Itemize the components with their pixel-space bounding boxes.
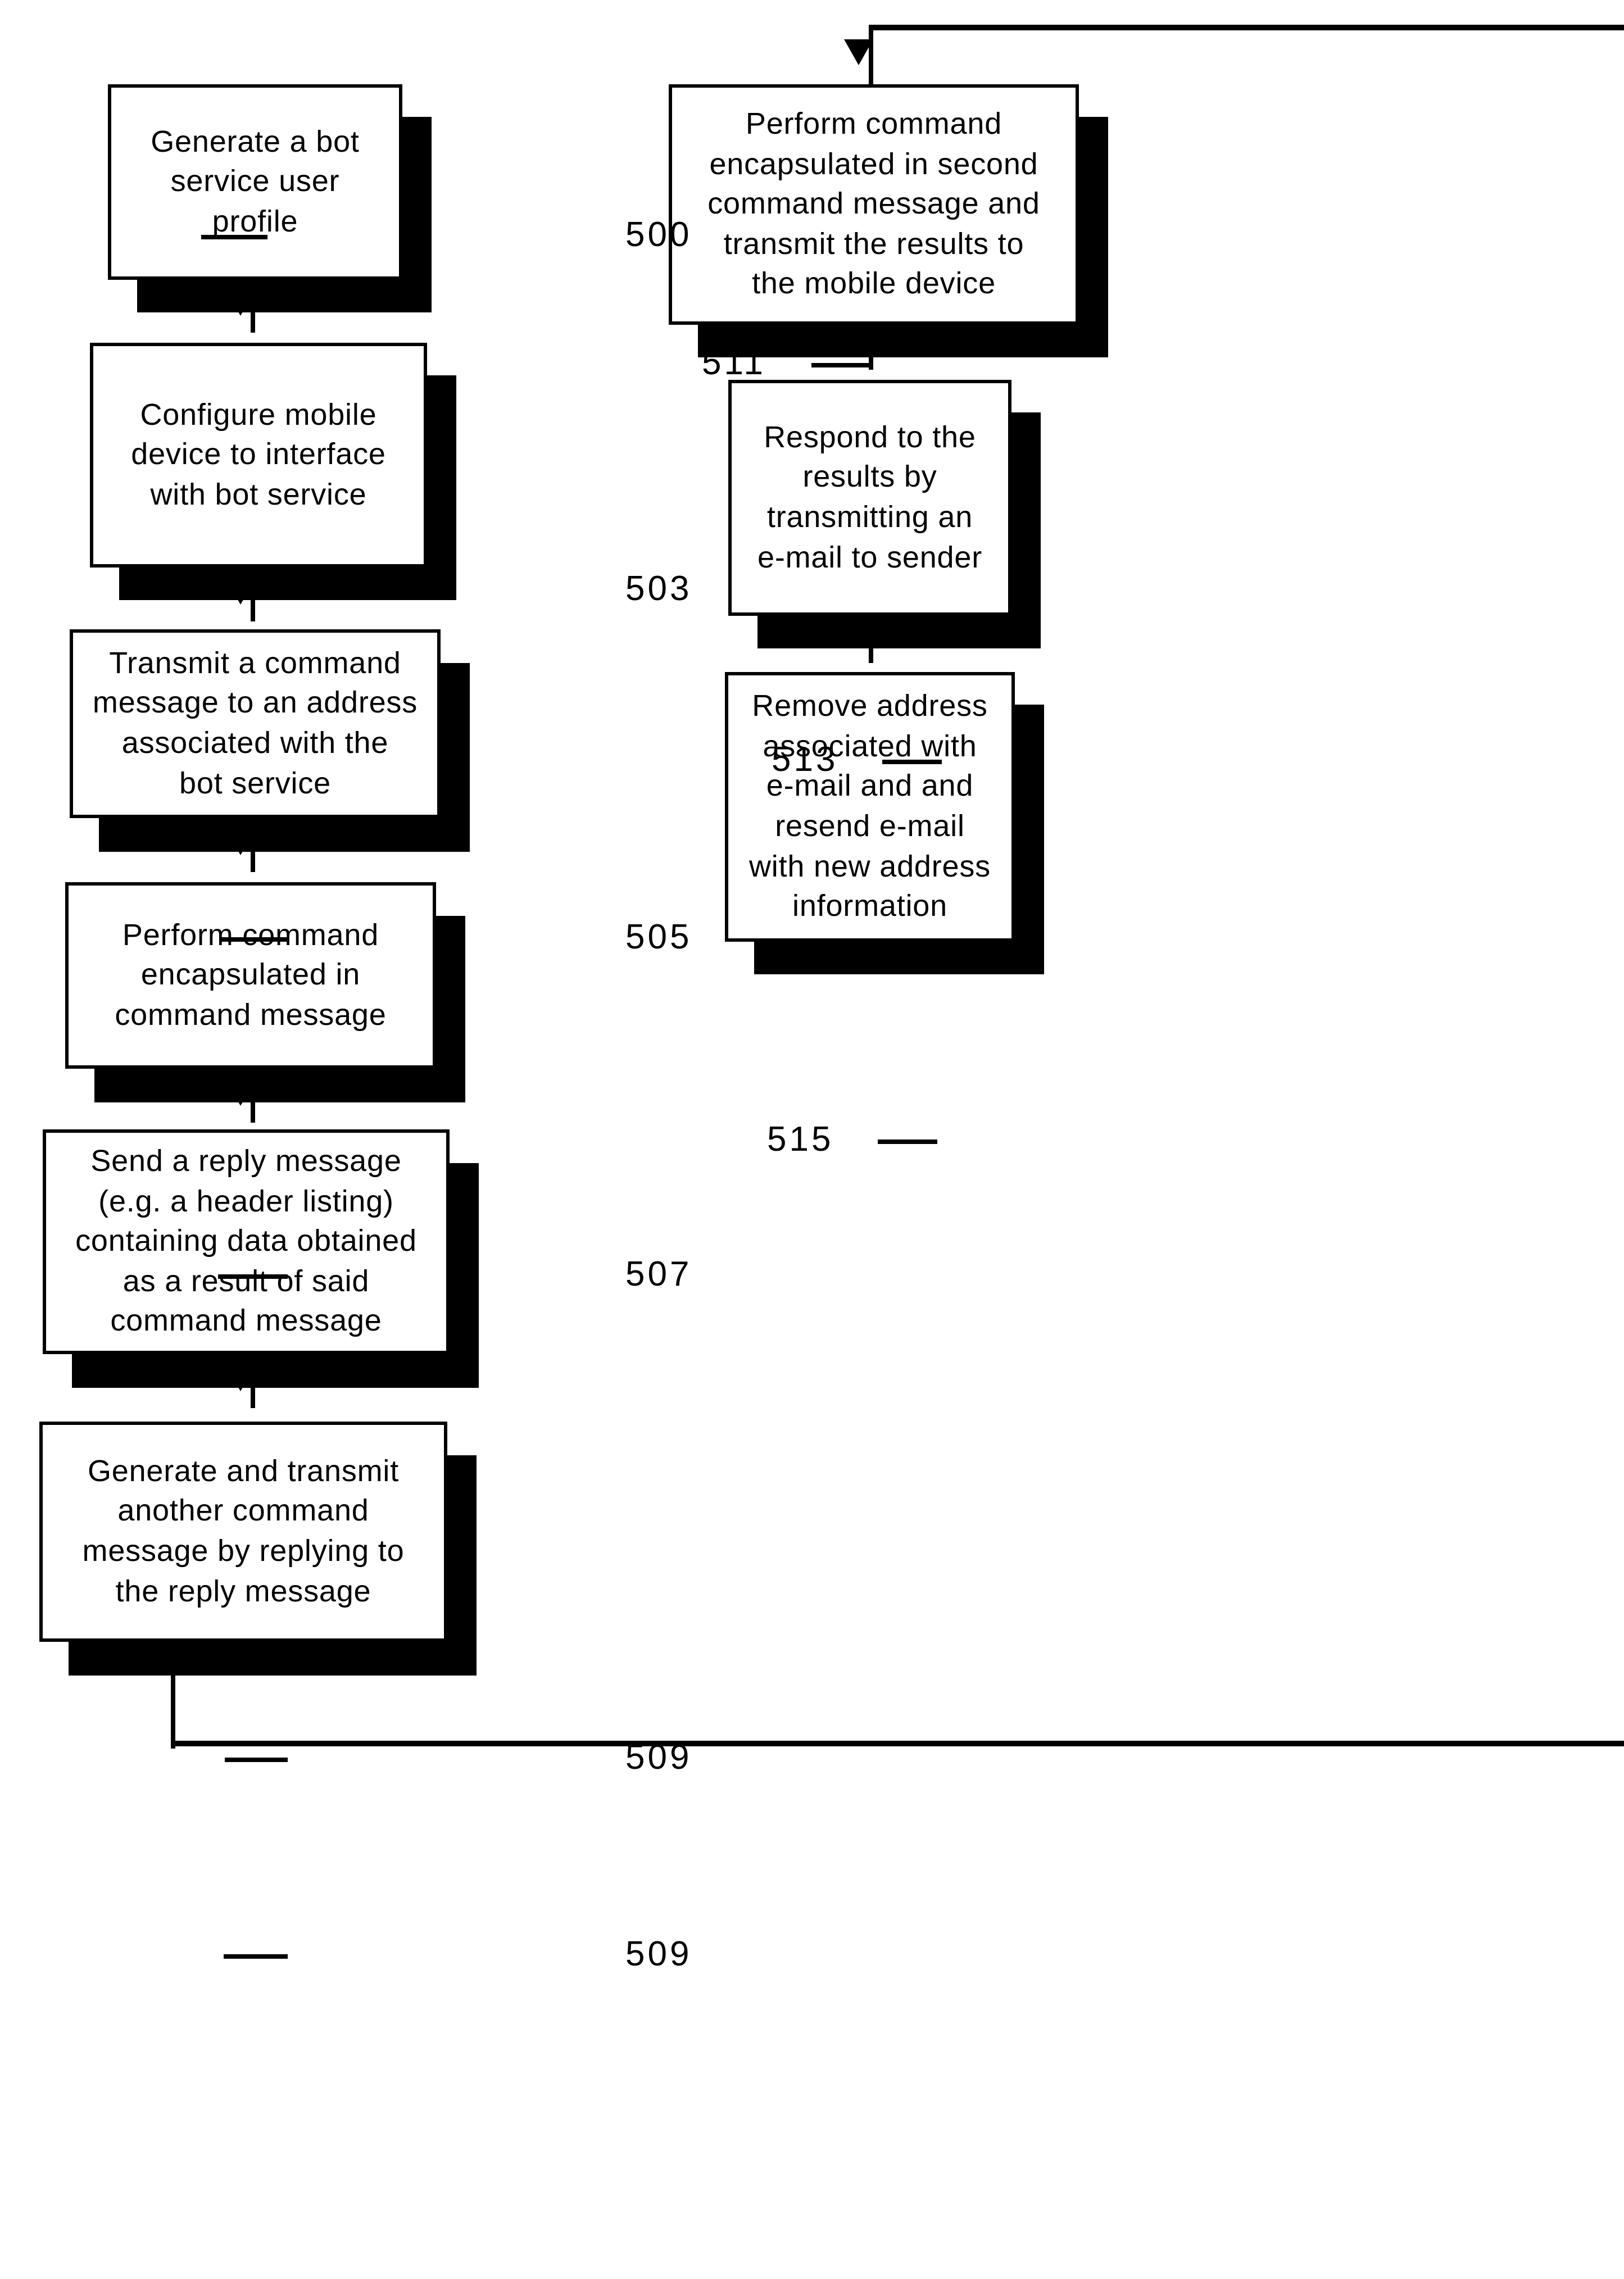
process-box-500[interactable]: Generate a bot service user profile <box>108 84 402 280</box>
reference-numeral-503: 503 <box>625 568 692 607</box>
leader-line-509b <box>224 1954 288 1959</box>
reference-numeral-509b: 509 <box>625 1934 692 1973</box>
arrowhead-loop-into-511 <box>844 39 873 65</box>
process-box-513-label: Respond to the results by transmitting a… <box>757 420 982 574</box>
arrowhead-513-515 <box>844 621 873 647</box>
leader-line-509a <box>225 1758 288 1762</box>
process-box-503[interactable]: Configure mobile device to interface wit… <box>90 343 427 568</box>
process-box-511[interactable]: Perform command encapsulated in second c… <box>669 84 1079 325</box>
process-box-509b-label: Generate and transmit another command me… <box>82 1454 405 1608</box>
reference-numeral-511: 511 <box>702 343 766 382</box>
process-box-500-label: Generate a bot service user profile <box>151 124 360 238</box>
leader-line-500 <box>201 235 267 239</box>
process-box-509b[interactable]: Generate and transmit another command me… <box>39 1422 447 1642</box>
reference-numeral-507: 507 <box>625 1254 692 1293</box>
arrowhead-507-509a <box>226 1080 255 1106</box>
process-box-509a-label: Send a reply message (e.g. a header list… <box>75 1143 417 1338</box>
reference-numeral-505: 505 <box>625 917 692 956</box>
figure-canvas: Generate a bot service user profile 500 … <box>0 0 1624 2279</box>
leader-line-513 <box>882 759 942 764</box>
leader-line-503 <box>214 588 284 593</box>
reference-numeral-509a: 509 <box>625 1737 692 1777</box>
arrowhead-500-503 <box>226 290 255 316</box>
arrowhead-505-507 <box>226 829 255 855</box>
arrowhead-511-513 <box>844 329 873 355</box>
reference-numeral-513: 513 <box>772 739 838 778</box>
process-box-515-label: Remove address associated with e-mail an… <box>749 689 991 923</box>
arrowhead-509a-509b <box>226 1365 255 1391</box>
loop-segment-bottom <box>171 1741 1624 1746</box>
process-box-513[interactable]: Respond to the results by transmitting a… <box>728 380 1011 616</box>
process-box-515[interactable]: Remove address associated with e-mail an… <box>725 672 1015 942</box>
leader-line-515 <box>878 1140 937 1144</box>
reference-numeral-515: 515 <box>767 1119 834 1159</box>
leader-line-507 <box>218 1274 288 1279</box>
leader-line-505 <box>220 937 288 942</box>
process-box-507[interactable]: Perform command encapsulated in command … <box>65 882 436 1069</box>
loop-segment-top <box>869 25 1624 30</box>
process-box-505[interactable]: Transmit a command message to an address… <box>70 629 441 818</box>
leader-line-511 <box>811 363 868 367</box>
reference-numeral-500: 500 <box>625 215 692 254</box>
process-box-505-label: Transmit a command message to an address… <box>92 646 418 800</box>
process-box-511-label: Perform command encapsulated in second c… <box>707 106 1040 301</box>
process-box-507-label: Perform command encapsulated in command … <box>115 918 387 1032</box>
process-box-509a[interactable]: Send a reply message (e.g. a header list… <box>43 1129 450 1354</box>
process-box-503-label: Configure mobile device to interface wit… <box>131 397 386 511</box>
